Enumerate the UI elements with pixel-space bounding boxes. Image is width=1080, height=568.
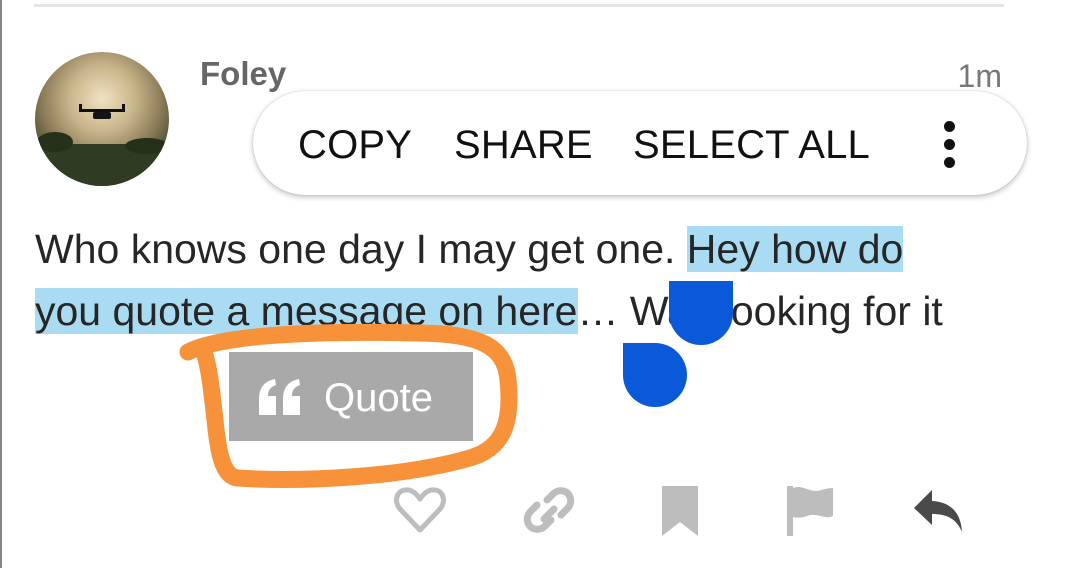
post-divider: [34, 4, 1004, 7]
avatar[interactable]: [35, 52, 169, 186]
selection-handle-start[interactable]: [623, 343, 687, 407]
quote-label: Quote: [324, 376, 433, 420]
quote-icon: [259, 379, 300, 415]
selected-text-2: you quote a message on here: [35, 288, 578, 334]
bookmark-icon[interactable]: [652, 482, 708, 538]
post-text-plain: Who knows one day I may get one.: [35, 226, 687, 272]
post-body: Who knows one day I may get one. Hey how…: [35, 218, 995, 342]
selection-handle-end[interactable]: [669, 281, 733, 345]
copy-button[interactable]: COPY: [298, 123, 412, 168]
post-timestamp: 1m: [957, 58, 1002, 94]
quote-button[interactable]: Quote: [229, 352, 473, 441]
heart-icon[interactable]: [392, 482, 448, 538]
window-edge: [0, 0, 2, 568]
text-selection-toolbar: COPY SHARE SELECT ALL: [253, 91, 1027, 195]
share-button[interactable]: SHARE: [454, 123, 593, 168]
flag-icon[interactable]: [781, 482, 837, 538]
selected-text-1: Hey how do: [686, 226, 904, 272]
post-text-tail: … Was looking for it: [577, 288, 943, 334]
reply-icon[interactable]: [910, 482, 966, 538]
link-icon[interactable]: [521, 482, 577, 538]
select-all-button[interactable]: SELECT ALL: [633, 123, 870, 168]
avatar-image: [35, 104, 169, 186]
author-name[interactable]: Foley: [200, 55, 286, 93]
more-vertical-icon[interactable]: [939, 119, 959, 171]
